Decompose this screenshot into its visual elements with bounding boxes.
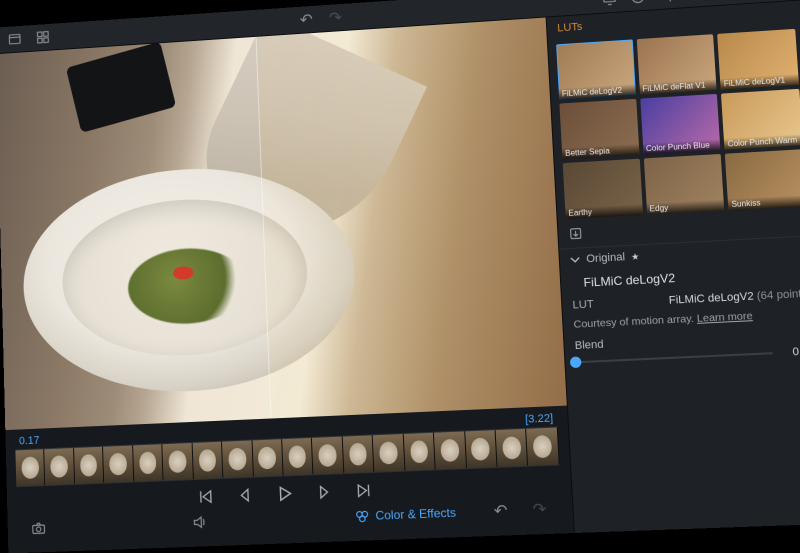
play-circle-icon[interactable] xyxy=(629,0,646,5)
redo-button[interactable]: ↷ xyxy=(327,9,343,26)
lut-preview-overlay xyxy=(255,18,567,419)
camera-icon[interactable] xyxy=(31,520,47,537)
chevron-down-icon xyxy=(570,255,581,266)
learn-more-link[interactable]: Learn more xyxy=(697,310,754,325)
crop-icon[interactable] xyxy=(657,0,674,4)
lut-thumb[interactable]: Better Sepia xyxy=(559,99,639,159)
undo-bottom-button[interactable]: ↶ xyxy=(492,502,509,519)
view-icon[interactable] xyxy=(35,29,50,45)
timeline-area: 0.17 [3.22] xyxy=(5,406,573,553)
lut-field-label: LUT xyxy=(572,299,594,312)
import-icon[interactable] xyxy=(568,226,583,241)
lut-thumb[interactable]: Sunkiss xyxy=(725,149,800,210)
watch-shape xyxy=(65,41,176,132)
color-effects-button[interactable]: Color & Effects xyxy=(355,505,456,523)
color-tab-icon[interactable] xyxy=(685,0,702,2)
skip-start-button[interactable] xyxy=(194,485,216,508)
step-forward-button[interactable] xyxy=(313,481,336,504)
luts-panel: LUTs FiLMiC deLogV2 FiLMiC deFlat V1 FiL… xyxy=(546,0,800,533)
lut-points-label: (64 points) xyxy=(756,288,800,303)
library-icon[interactable] xyxy=(7,31,22,47)
blend-slider-knob[interactable] xyxy=(570,357,582,369)
lut-thumb[interactable]: Color Punch Blue xyxy=(640,94,721,155)
lut-field-value[interactable]: FiLMiC deLogV2 xyxy=(668,291,754,307)
lut-thumb[interactable]: Edgy xyxy=(644,154,725,215)
lut-thumb[interactable]: FiLMiC deLogV2 xyxy=(556,39,636,99)
lut-thumb[interactable]: Color Punch Warm xyxy=(721,89,800,150)
monitor-icon[interactable] xyxy=(601,0,618,7)
undo-button[interactable]: ↶ xyxy=(298,11,314,27)
duration-label: [3.22] xyxy=(525,412,554,425)
preset-name: Original xyxy=(586,251,625,265)
play-button[interactable] xyxy=(273,482,296,505)
preset-star-icon: ★ xyxy=(631,251,640,263)
step-back-button[interactable] xyxy=(233,484,256,507)
lut-thumb[interactable]: Earthy xyxy=(563,159,643,219)
blend-value: 0.00 xyxy=(781,345,800,359)
blend-slider[interactable] xyxy=(576,352,774,363)
preview-column: 0.17 [3.22] xyxy=(0,18,574,553)
color-effects-label: Color & Effects xyxy=(375,505,456,522)
lut-grid: FiLMiC deLogV2 FiLMiC deFlat V1 FiLMiC d… xyxy=(548,24,800,223)
lut-thumb[interactable]: FiLMiC deLogV1 xyxy=(717,29,799,90)
current-time-label: 0.17 xyxy=(19,435,40,448)
video-preview[interactable] xyxy=(0,18,567,431)
app-window: ↶ ↷ xyxy=(0,0,800,553)
volume-icon[interactable] xyxy=(191,514,207,531)
redo-bottom-button[interactable]: ↷ xyxy=(531,501,548,518)
lut-thumb[interactable]: FiLMiC deFlat V1 xyxy=(636,34,717,95)
skip-end-button[interactable] xyxy=(353,479,376,502)
